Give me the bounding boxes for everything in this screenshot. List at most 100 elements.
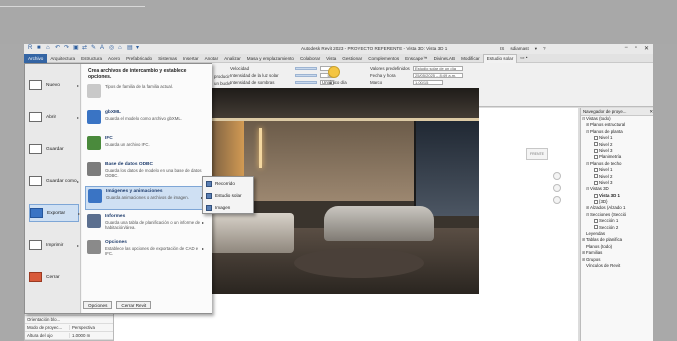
defaults-value[interactable]: 25/05/2025 – 8:49 a.m. <box>413 73 463 78</box>
file-command-imprimir[interactable]: Imprimir ▸ <box>29 236 79 254</box>
qat-icon[interactable]: ■ <box>37 45 43 52</box>
visualize-row: Velocidad5 <box>230 65 334 72</box>
file-command-abrir[interactable]: Abrir ▸ <box>29 108 79 126</box>
export-panel: Crea archivos de intercambio y establece… <box>82 64 212 313</box>
view-icon <box>594 142 598 147</box>
pan-icon[interactable] <box>553 196 561 204</box>
project-browser: Navegador de proye... ✕ ⊟Vistas (todo) ⊞P… <box>580 108 653 341</box>
render-sofa <box>324 206 434 241</box>
defaults-value[interactable]: Estudio solar de un día <box>413 66 463 71</box>
save-as-icon <box>29 176 42 186</box>
account-item[interactable]: ▾ <box>535 46 537 52</box>
account-item[interactable]: ? <box>543 46 546 52</box>
tab-colaborar[interactable]: Colaborar <box>297 56 323 61</box>
export-item-description: Guarda una tabla de planificación o un i… <box>105 220 201 230</box>
walkthrough-icon <box>206 180 212 187</box>
viewcube[interactable]: FRENTE <box>526 148 548 160</box>
file-command-cerrar[interactable]: Cerrar <box>29 268 79 286</box>
qat-icon[interactable]: ✎ <box>91 45 97 52</box>
tab-divinelab[interactable]: DivineLAB <box>431 56 458 61</box>
qat-icon[interactable]: ⌂ <box>118 45 124 52</box>
tab-gestionar[interactable]: Gestionar <box>339 56 365 61</box>
property-row[interactable]: Modo de proyec... Perspectiva <box>25 324 113 332</box>
qat-icon[interactable]: ◎ <box>109 45 115 52</box>
defaults-value[interactable]: 1.00/15 <box>413 80 443 85</box>
steering-wheel-icon[interactable] <box>553 172 561 180</box>
tab-analizar[interactable]: Analizar <box>221 56 244 61</box>
file-command-label: Cerrar <box>46 274 60 280</box>
view-icon <box>594 136 598 141</box>
submenu-item-recorrido[interactable]: Recorrido <box>203 178 253 189</box>
file-command-nuevo[interactable]: Nuevo ▸ <box>29 76 79 94</box>
view-icon <box>594 193 598 198</box>
restore-icon[interactable]: ▫ <box>635 45 637 52</box>
qat-icon[interactable]: ↷ <box>64 45 70 52</box>
visualize-slider[interactable] <box>295 81 317 84</box>
defaults-row: Fecha y hora 25/05/2025 – 8:49 a.m. <box>370 72 463 79</box>
file-command-guardar-como[interactable]: Guardar como ▸ <box>29 172 79 190</box>
tab-acero[interactable]: Acero <box>105 56 123 61</box>
property-row[interactable]: Altura del ojo 1.0000 m <box>25 332 113 340</box>
browser-node-label: Nivel 3 <box>599 179 613 185</box>
export-item[interactable]: Tipos de familia de la familia actual. <box>85 82 207 106</box>
property-name: Orientación blo... <box>27 317 61 322</box>
tab-masa-y-emplazamiento[interactable]: Masa y emplazamiento <box>244 56 297 61</box>
submenu-item-label: Estudio solar <box>215 193 242 198</box>
study-type-label[interactable]: Un único día <box>322 80 347 85</box>
qat-icon[interactable]: ▤ <box>127 45 133 52</box>
export-item[interactable]: Informes Guarda una tabla de planificació… <box>85 212 207 236</box>
qat-icon[interactable]: R <box>28 45 34 52</box>
visualize-slider[interactable] <box>295 67 317 70</box>
tab-archivo[interactable]: Archivo <box>24 53 48 63</box>
tab-modificar[interactable]: Modificar <box>458 56 483 61</box>
file-menu-buttons: Opciones Cerrar Revit <box>83 301 152 309</box>
tab--[interactable]: ▭ • <box>517 55 530 61</box>
tab-anotar[interactable]: Anotar <box>202 56 222 61</box>
minimize-icon[interactable]: − <box>624 45 628 52</box>
submenu-item-imagen[interactable]: Imagen <box>203 202 253 213</box>
exit-revit-button[interactable]: Cerrar Revit <box>116 301 152 309</box>
tab-arquitectura[interactable]: Arquitectura <box>47 56 78 61</box>
export-item-description: Tipos de familia de la familia actual. <box>105 84 173 89</box>
account-item[interactable]: sdiamast <box>510 46 528 52</box>
export-item[interactable]: Opciones Establece las opciones de export… <box>85 238 207 262</box>
tab-vista[interactable]: Vista <box>323 56 339 61</box>
defaults-label: Marco <box>370 80 383 85</box>
tab-estructura[interactable]: Estructura <box>78 56 105 61</box>
property-row[interactable]: Orientación blo... <box>25 316 113 324</box>
options-button[interactable]: Opciones <box>83 301 113 309</box>
export-item[interactable]: Base de datos ODBC Guarda los datos de mo… <box>85 160 207 184</box>
close-icon[interactable]: ✕ <box>644 45 649 52</box>
qat-icon[interactable]: ▣ <box>73 45 79 52</box>
export-item[interactable]: Imágenes y animaciones Guarda animaciones… <box>85 186 207 210</box>
qat-icon[interactable]: ↶ <box>55 45 61 52</box>
file-command-exportar[interactable]: Exportar ▸ <box>29 204 80 222</box>
submenu-item-estudio-solar[interactable]: Estudio solar <box>203 190 253 201</box>
qat-icon[interactable]: A <box>100 45 106 52</box>
tab-prefabricado[interactable]: Prefabricado <box>123 56 155 61</box>
qat-icon[interactable]: ⌂ <box>46 45 52 52</box>
tab-complementos[interactable]: Complementos <box>365 56 402 61</box>
sun-icon[interactable] <box>328 66 341 78</box>
browser-node-label: Nivel 1 <box>599 167 613 173</box>
tab-estudio-solar[interactable]: Estudio solar <box>482 53 518 63</box>
tab-enscape-[interactable]: Enscape™ <box>402 56 430 61</box>
browser-node-label: Sección 2 <box>599 224 619 230</box>
project-browser-title: Navegador de proye... <box>583 109 627 114</box>
export-item[interactable]: gbXML Guarda el modelo como archivo gbXML… <box>85 108 207 132</box>
property-value[interactable]: Perspectiva <box>69 325 113 330</box>
view-icon <box>594 155 598 160</box>
account-area[interactable]: IS sdiamast ▾? <box>500 46 546 52</box>
file-command-guardar[interactable]: Guardar <box>29 140 79 158</box>
tab-sistemas[interactable]: Sistemas <box>155 56 180 61</box>
export-item[interactable]: IFC Guarda un archivo IFC. <box>85 134 207 158</box>
visualize-slider[interactable] <box>295 74 317 77</box>
qat-icon[interactable]: ⇄ <box>82 45 88 52</box>
browser-node[interactable]: Vínculos de Revit <box>581 263 653 269</box>
zoom-icon[interactable] <box>553 184 561 192</box>
account-item[interactable]: IS <box>500 46 504 52</box>
qat-icon[interactable]: ▾ <box>136 45 142 52</box>
close-icon[interactable]: ✕ <box>649 108 653 115</box>
property-value[interactable]: 1.0000 m <box>69 333 113 338</box>
tab-insertar[interactable]: Insertar <box>180 56 202 61</box>
